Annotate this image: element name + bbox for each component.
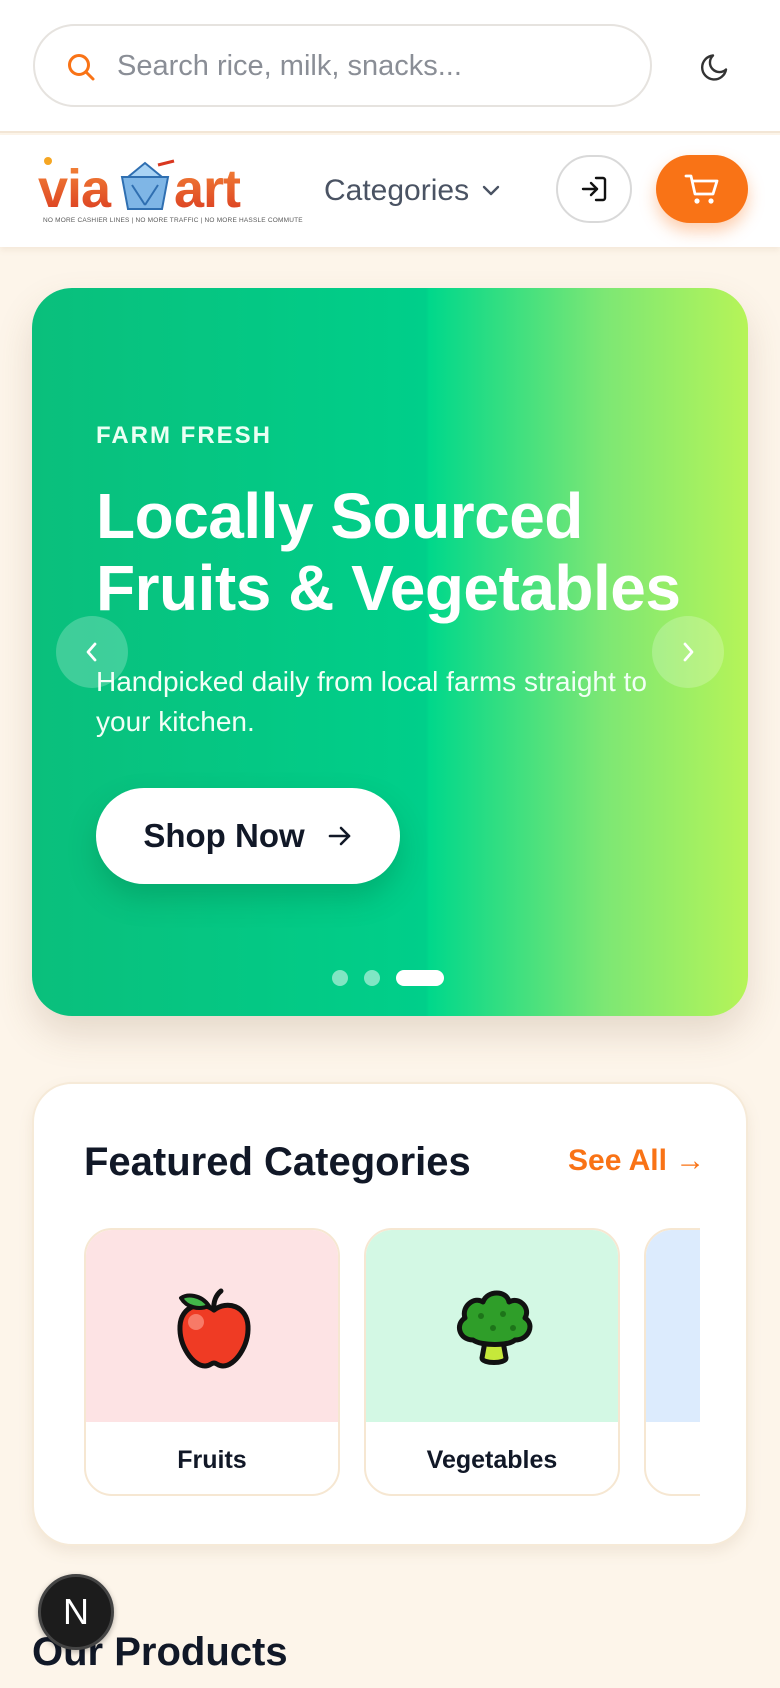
categories-label: Categories	[324, 174, 470, 207]
chevron-right-icon	[683, 642, 694, 662]
category-card-fruits[interactable]: Fruits	[84, 1228, 340, 1496]
categories-dropdown[interactable]: Categories	[324, 169, 501, 213]
category-card-partial[interactable]	[644, 1228, 700, 1496]
logo-mark: via art	[38, 157, 242, 219]
hero-subtitle: Handpicked daily from local farms straig…	[96, 666, 647, 737]
dev-tools-badge[interactable]: N	[38, 1574, 114, 1650]
logo-tagline: NO MORE CASHIER LINES | NO MORE TRAFFIC …	[43, 217, 303, 224]
login-button[interactable]	[556, 155, 632, 223]
featured-categories-section: Featured Categories See All → Fruits Veg…	[32, 1082, 748, 1546]
hero-carousel: FARM FRESH Locally Sourced Fruits & Vege…	[32, 288, 748, 1016]
category-card-bg	[646, 1230, 700, 1422]
hero-eyebrow: FARM FRESH	[96, 422, 272, 449]
dark-mode-toggle[interactable]	[694, 44, 738, 88]
svg-text:art: art	[174, 159, 241, 217]
shop-now-button[interactable]: Shop Now	[96, 788, 400, 884]
dev-badge-letter: N	[63, 1591, 89, 1632]
broccoli-icon	[456, 1290, 533, 1365]
search-icon	[68, 54, 95, 81]
carousel-dot-active[interactable]	[396, 970, 444, 986]
carousel-dots	[332, 970, 444, 986]
apple-icon	[177, 1288, 251, 1369]
logo[interactable]: via art NO MORE CASHIER LINES | NO MORE …	[38, 155, 303, 227]
carousel-prev-button[interactable]	[56, 616, 128, 688]
category-label: Vegetables	[426, 1446, 558, 1474]
shop-now-label: Shop Now	[143, 817, 305, 854]
search-box[interactable]	[33, 24, 652, 107]
site-header: via art NO MORE CASHIER LINES | NO MORE …	[0, 135, 780, 247]
chevron-down-icon	[482, 185, 500, 196]
sign-in-icon	[581, 176, 607, 202]
top-bar	[0, 0, 780, 133]
hero-title: Locally Sourced Fruits & Vegetables	[96, 480, 681, 624]
category-card-vegetables[interactable]: Vegetables	[364, 1228, 620, 1496]
moon-icon	[701, 54, 728, 81]
carousel-dot[interactable]	[364, 970, 380, 986]
category-label: Fruits	[177, 1446, 247, 1474]
carousel-dot[interactable]	[332, 970, 348, 986]
carousel-next-button[interactable]	[652, 616, 724, 688]
arrow-right-icon	[328, 826, 350, 846]
cart-button[interactable]	[656, 155, 748, 223]
cart-icon	[684, 174, 719, 204]
category-carousel[interactable]: Fruits Vegetables	[84, 1228, 700, 1498]
section-title: Featured Categories	[84, 1140, 471, 1184]
search-input[interactable]	[117, 38, 627, 94]
chevron-left-icon	[86, 642, 97, 662]
see-all-link[interactable]: See All →	[568, 1144, 705, 1178]
svg-text:via: via	[38, 159, 112, 217]
